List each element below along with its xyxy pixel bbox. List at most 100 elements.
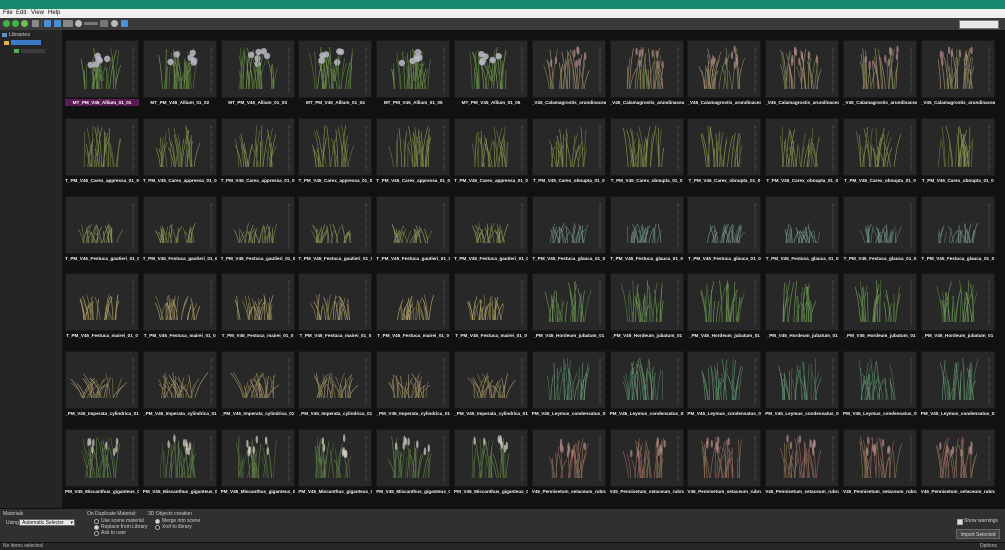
asset-thumbnail	[765, 351, 839, 409]
sort-icon[interactable]	[63, 20, 73, 27]
radio-ask-user[interactable]	[94, 531, 99, 536]
new-library-icon[interactable]	[3, 20, 10, 27]
asset-label: T_PM_V45_Carex_appressa_01_0	[376, 177, 450, 184]
import-selected-button[interactable]: Import Selected	[956, 529, 1000, 539]
asset-thumbnail	[921, 273, 995, 331]
material-selector-value: Automatic Selector	[22, 520, 64, 526]
tree-item-highlight	[11, 40, 41, 45]
menu-file[interactable]: File	[3, 10, 13, 16]
asset-thumbnail	[454, 351, 528, 409]
materials-heading: Materials	[3, 511, 23, 517]
radio-use-scene[interactable]	[94, 519, 99, 524]
info-icon[interactable]	[121, 20, 128, 27]
tree-root-label: Libraries	[9, 32, 30, 38]
asset-thumbnail	[843, 196, 917, 254]
asset-label: _V45_Calamagrostis_arundinacea	[765, 99, 839, 106]
asset-thumbnail	[221, 40, 295, 98]
asset-thumbnail	[765, 273, 839, 331]
asset-thumbnail	[843, 273, 917, 331]
asset-thumbnail	[65, 273, 139, 331]
asset-label: _PM_V45_Hordeum_jubatum_01	[765, 332, 839, 339]
tree-root[interactable]: Libraries	[2, 32, 30, 38]
radio-xref-library[interactable]	[155, 525, 160, 530]
asset-label: T_PM_V45_Festuca_gautieri_01_0	[298, 255, 372, 262]
save-icon[interactable]	[54, 20, 61, 27]
asset-thumbnail	[143, 273, 217, 331]
asset-thumbnail	[532, 273, 606, 331]
zoom-slider[interactable]	[84, 22, 98, 25]
asset-label: T_PM_V45_Carex_obnupta_01_0	[687, 177, 761, 184]
asset-label: _PM_V45_Imperata_cylindrica_01	[298, 410, 372, 417]
tree-item-library[interactable]	[4, 40, 41, 46]
asset-thumbnail	[221, 118, 295, 176]
asset-thumbnail	[143, 351, 217, 409]
tree-item-sub[interactable]	[14, 48, 45, 54]
asset-label: PM_V45_Leymus_condensatus_01	[921, 410, 995, 417]
material-selector[interactable]: Automatic Selector▾	[19, 519, 75, 526]
menu-help[interactable]: Help	[48, 10, 60, 16]
folder-icon[interactable]	[44, 20, 51, 27]
asset-label: T_PM_V45_Festuca_mairei_01_0	[376, 332, 450, 339]
options-panel: Materials Using: Automatic Selector▾ On …	[0, 508, 1005, 543]
asset-thumbnail	[376, 351, 450, 409]
asset-label: _V45_Calamagrostis_arundinacea	[610, 99, 684, 106]
asset-thumbnail	[65, 118, 139, 176]
asset-label: T_PM_V45_Festuca_glauca_01_0	[843, 255, 917, 262]
asset-label: MT_PM_V45_Allium_01_02	[143, 99, 217, 106]
asset-thumbnail	[610, 351, 684, 409]
asset-label: PM_V45_Miscanthus_giganteus_0	[65, 488, 139, 495]
asset-label: MT_PM_V45_Allium_01_01	[65, 99, 139, 106]
asset-label: MT_PM_V45_Allium_01_05	[376, 99, 450, 106]
asset-thumbnail	[454, 273, 528, 331]
asset-label: PM_V45_Leymus_condensatus_01	[843, 410, 917, 417]
menu-view[interactable]: View	[31, 10, 44, 16]
asset-thumbnail	[610, 118, 684, 176]
zoom-in-icon[interactable]	[111, 20, 118, 27]
asset-thumbnail	[687, 429, 761, 487]
grid-view-icon[interactable]	[32, 20, 39, 27]
asset-thumbnail	[221, 351, 295, 409]
asset-thumbnail	[687, 351, 761, 409]
zoom-out-icon[interactable]	[75, 20, 82, 27]
size-icon[interactable]	[100, 20, 108, 27]
asset-thumbnail	[143, 429, 217, 487]
asset-thumbnail	[843, 351, 917, 409]
asset-label: V45_Pennisetum_setaceum_rubru	[532, 488, 606, 495]
asset-thumbnail	[298, 40, 372, 98]
asset-label: T_PM_V45_Festuca_glauca_01_0	[921, 255, 995, 262]
add-icon[interactable]	[12, 20, 19, 27]
asset-label: T_PM_V45_Festuca_mairei_01_0	[221, 332, 295, 339]
tree-item-blur	[21, 49, 45, 53]
title-bar	[0, 0, 1005, 9]
radio-merge-scene[interactable]	[155, 519, 160, 524]
on-duplicate-heading: On Duplicate Material:	[87, 511, 136, 517]
asset-thumbnail	[921, 118, 995, 176]
asset-thumbnail	[298, 429, 372, 487]
asset-thumbnail	[298, 118, 372, 176]
asset-label: PM_V45_Miscanthus_giganteus_0	[221, 488, 295, 495]
asset-thumbnail	[610, 429, 684, 487]
asset-label: T_PM_V45_Carex_obnupta_01_0	[765, 177, 839, 184]
asset-thumbnail	[921, 429, 995, 487]
asset-label: _PM_V45_Imperata_cylindrica_01	[376, 410, 450, 417]
asset-thumbnail	[221, 196, 295, 254]
asset-thumbnail	[610, 273, 684, 331]
asset-label: _PM_V45_Hordeum_jubatum_01	[610, 332, 684, 339]
asset-thumbnail	[143, 118, 217, 176]
asset-label: _PM_V45_Hordeum_jubatum_01	[687, 332, 761, 339]
asset-thumbnail	[687, 118, 761, 176]
asset-thumbnail	[765, 40, 839, 98]
refresh-icon[interactable]	[21, 20, 28, 27]
asset-thumbnail	[765, 429, 839, 487]
search-input[interactable]	[959, 20, 999, 29]
asset-label: T_PM_V45_Festuca_glauca_01_0	[765, 255, 839, 262]
asset-label: _PM_V45_Hordeum_jubatum_01	[532, 332, 606, 339]
asset-label: _PM_V45_Hordeum_jubatum_01	[921, 332, 995, 339]
asset-label: V45_Pennisetum_setaceum_rubru	[687, 488, 761, 495]
show-warnings-checkbox[interactable]	[957, 519, 963, 525]
asset-label: PM_V45_Miscanthus_giganteus_0	[376, 488, 450, 495]
menu-edit[interactable]: Edit	[16, 10, 26, 16]
radio-replace-library[interactable]	[94, 525, 99, 530]
asset-thumbnail	[532, 118, 606, 176]
asset-label: T_PM_V45_Festuca_glauca_01_0	[610, 255, 684, 262]
